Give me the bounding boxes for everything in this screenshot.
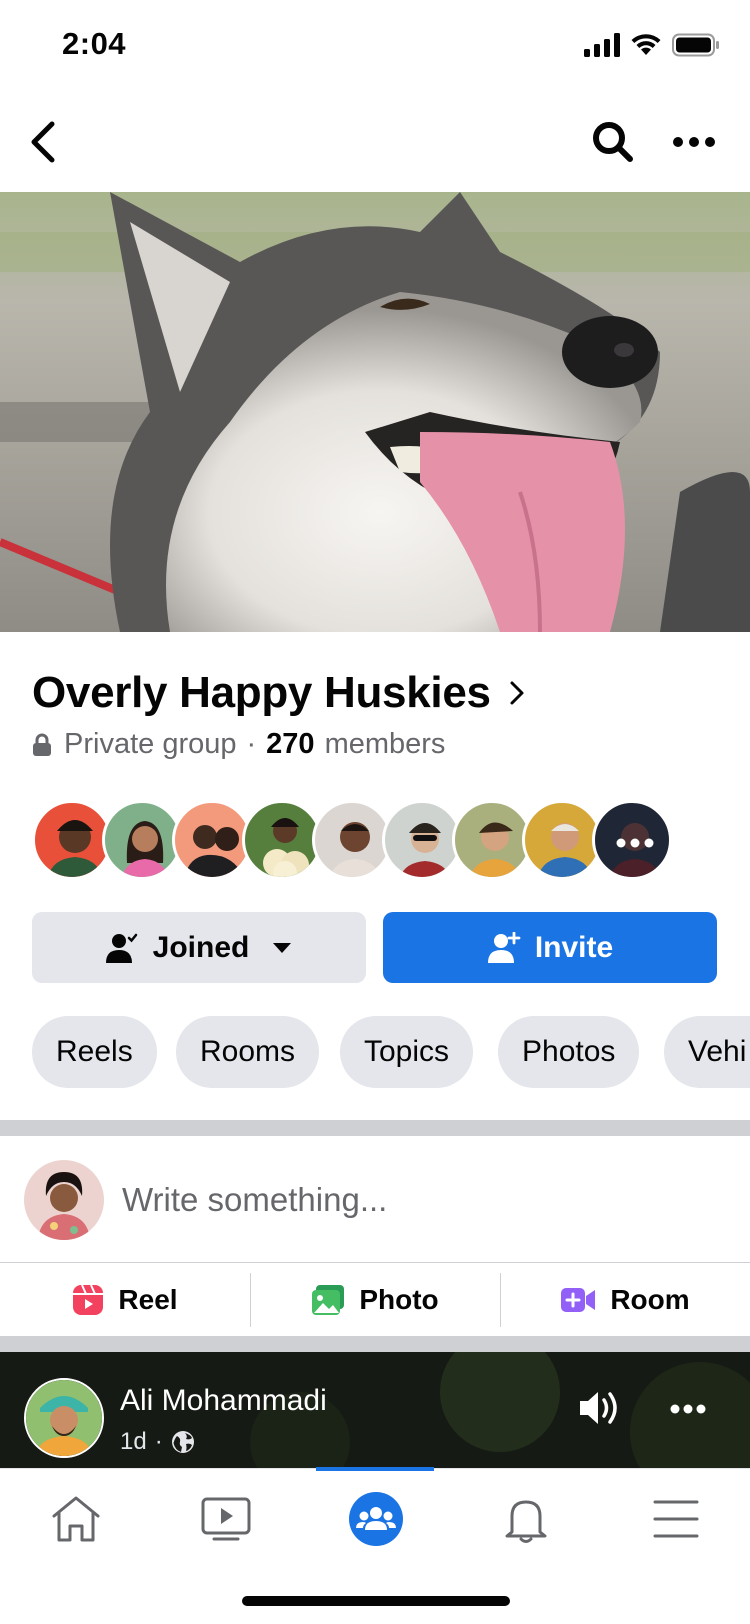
section-divider bbox=[0, 1120, 750, 1136]
photo-icon bbox=[312, 1284, 345, 1315]
chip-vehicles[interactable]: Vehi bbox=[664, 1016, 750, 1088]
home-icon bbox=[52, 1496, 100, 1542]
group-sections-chips: Reels Rooms Topics Photos Vehi bbox=[32, 1016, 750, 1088]
status-bar: 2:04 bbox=[0, 0, 750, 92]
search-icon bbox=[593, 122, 633, 162]
chip-reels[interactable]: Reels bbox=[32, 1016, 157, 1088]
joined-button[interactable]: Joined bbox=[32, 912, 366, 983]
avatar[interactable] bbox=[172, 800, 252, 880]
post-composer[interactable]: Write something... bbox=[0, 1136, 750, 1262]
groups-icon bbox=[349, 1492, 403, 1546]
nav-header bbox=[0, 92, 750, 192]
post-time: 1d bbox=[120, 1428, 147, 1455]
video-icon bbox=[201, 1497, 251, 1541]
section-divider bbox=[0, 1336, 750, 1352]
invite-label: Invite bbox=[534, 930, 614, 964]
composer-actions: Reel Photo Room bbox=[0, 1262, 750, 1336]
post-meta: 1d · bbox=[120, 1428, 195, 1456]
status-time: 2:04 bbox=[62, 26, 127, 61]
tab-notifications[interactable] bbox=[486, 1487, 566, 1551]
lock-icon bbox=[32, 733, 52, 757]
bottom-tab-bar bbox=[0, 1467, 750, 1624]
volume-button[interactable] bbox=[578, 1388, 628, 1432]
cover-photo[interactable] bbox=[0, 192, 750, 632]
group-name: Overly Happy Huskies bbox=[32, 668, 491, 717]
battery-icon bbox=[672, 33, 719, 57]
photo-button[interactable]: Photo bbox=[250, 1263, 500, 1336]
room-label: Room bbox=[610, 1283, 690, 1315]
reel-icon bbox=[73, 1284, 104, 1315]
reel-label: Reel bbox=[118, 1283, 178, 1315]
room-button[interactable]: Room bbox=[500, 1263, 750, 1336]
search-button[interactable] bbox=[583, 112, 643, 172]
avatar[interactable] bbox=[32, 800, 112, 880]
video-room-icon bbox=[561, 1287, 596, 1312]
more-members-button[interactable] bbox=[592, 800, 672, 880]
avatar[interactable] bbox=[24, 1378, 104, 1458]
avatar[interactable] bbox=[312, 800, 392, 880]
tab-home[interactable] bbox=[36, 1487, 116, 1551]
invite-button[interactable]: Invite bbox=[383, 912, 717, 983]
tab-groups[interactable] bbox=[336, 1487, 416, 1551]
back-icon bbox=[31, 121, 55, 163]
post-meta-separator: · bbox=[154, 1428, 163, 1455]
photo-label: Photo bbox=[359, 1283, 439, 1315]
post-header: Ali Mohammadi 1d · bbox=[0, 1352, 750, 1468]
home-indicator bbox=[242, 1596, 510, 1606]
bell-icon bbox=[505, 1500, 547, 1543]
back-button[interactable] bbox=[14, 112, 74, 172]
avatar[interactable] bbox=[382, 800, 462, 880]
avatar[interactable] bbox=[522, 800, 602, 880]
husky-cover-image bbox=[0, 192, 750, 632]
reel-button[interactable]: Reel bbox=[0, 1263, 250, 1336]
chip-photos[interactable]: Photos bbox=[498, 1016, 640, 1088]
group-meta: Private group · 270 members bbox=[32, 728, 445, 761]
avatar[interactable] bbox=[24, 1160, 104, 1240]
member-count: 270 bbox=[266, 728, 315, 760]
more-button[interactable] bbox=[664, 112, 724, 172]
meta-separator: · bbox=[246, 728, 257, 760]
status-icons bbox=[584, 30, 720, 60]
post-author-name[interactable]: Ali Mohammadi bbox=[120, 1384, 327, 1418]
volume-icon bbox=[580, 1392, 617, 1424]
menu-icon bbox=[653, 1500, 699, 1538]
active-tab-indicator bbox=[316, 1467, 434, 1471]
avatar[interactable] bbox=[452, 800, 532, 880]
wifi-icon bbox=[631, 34, 661, 55]
chevron-right-icon bbox=[509, 680, 525, 706]
members-label: members bbox=[324, 728, 446, 760]
more-icon bbox=[673, 137, 715, 147]
composer-placeholder[interactable]: Write something... bbox=[122, 1181, 387, 1219]
privacy-label: Private group bbox=[64, 728, 237, 760]
person-add-icon bbox=[487, 931, 521, 963]
person-check-icon bbox=[105, 933, 137, 963]
globe-icon bbox=[171, 1431, 194, 1453]
tab-menu[interactable] bbox=[636, 1487, 716, 1551]
post-video-background bbox=[0, 1352, 750, 1468]
chip-topics[interactable]: Topics bbox=[340, 1016, 474, 1088]
tab-video[interactable] bbox=[186, 1487, 266, 1551]
avatar[interactable] bbox=[102, 800, 182, 880]
more-icon bbox=[670, 1404, 706, 1414]
joined-label: Joined bbox=[152, 930, 250, 964]
post-more-button[interactable] bbox=[670, 1402, 714, 1418]
signal-icon bbox=[584, 33, 620, 57]
chip-rooms[interactable]: Rooms bbox=[176, 1016, 320, 1088]
avatar[interactable] bbox=[242, 800, 322, 880]
caret-down-icon bbox=[273, 942, 292, 953]
group-title[interactable]: Overly Happy Huskies bbox=[32, 668, 525, 718]
